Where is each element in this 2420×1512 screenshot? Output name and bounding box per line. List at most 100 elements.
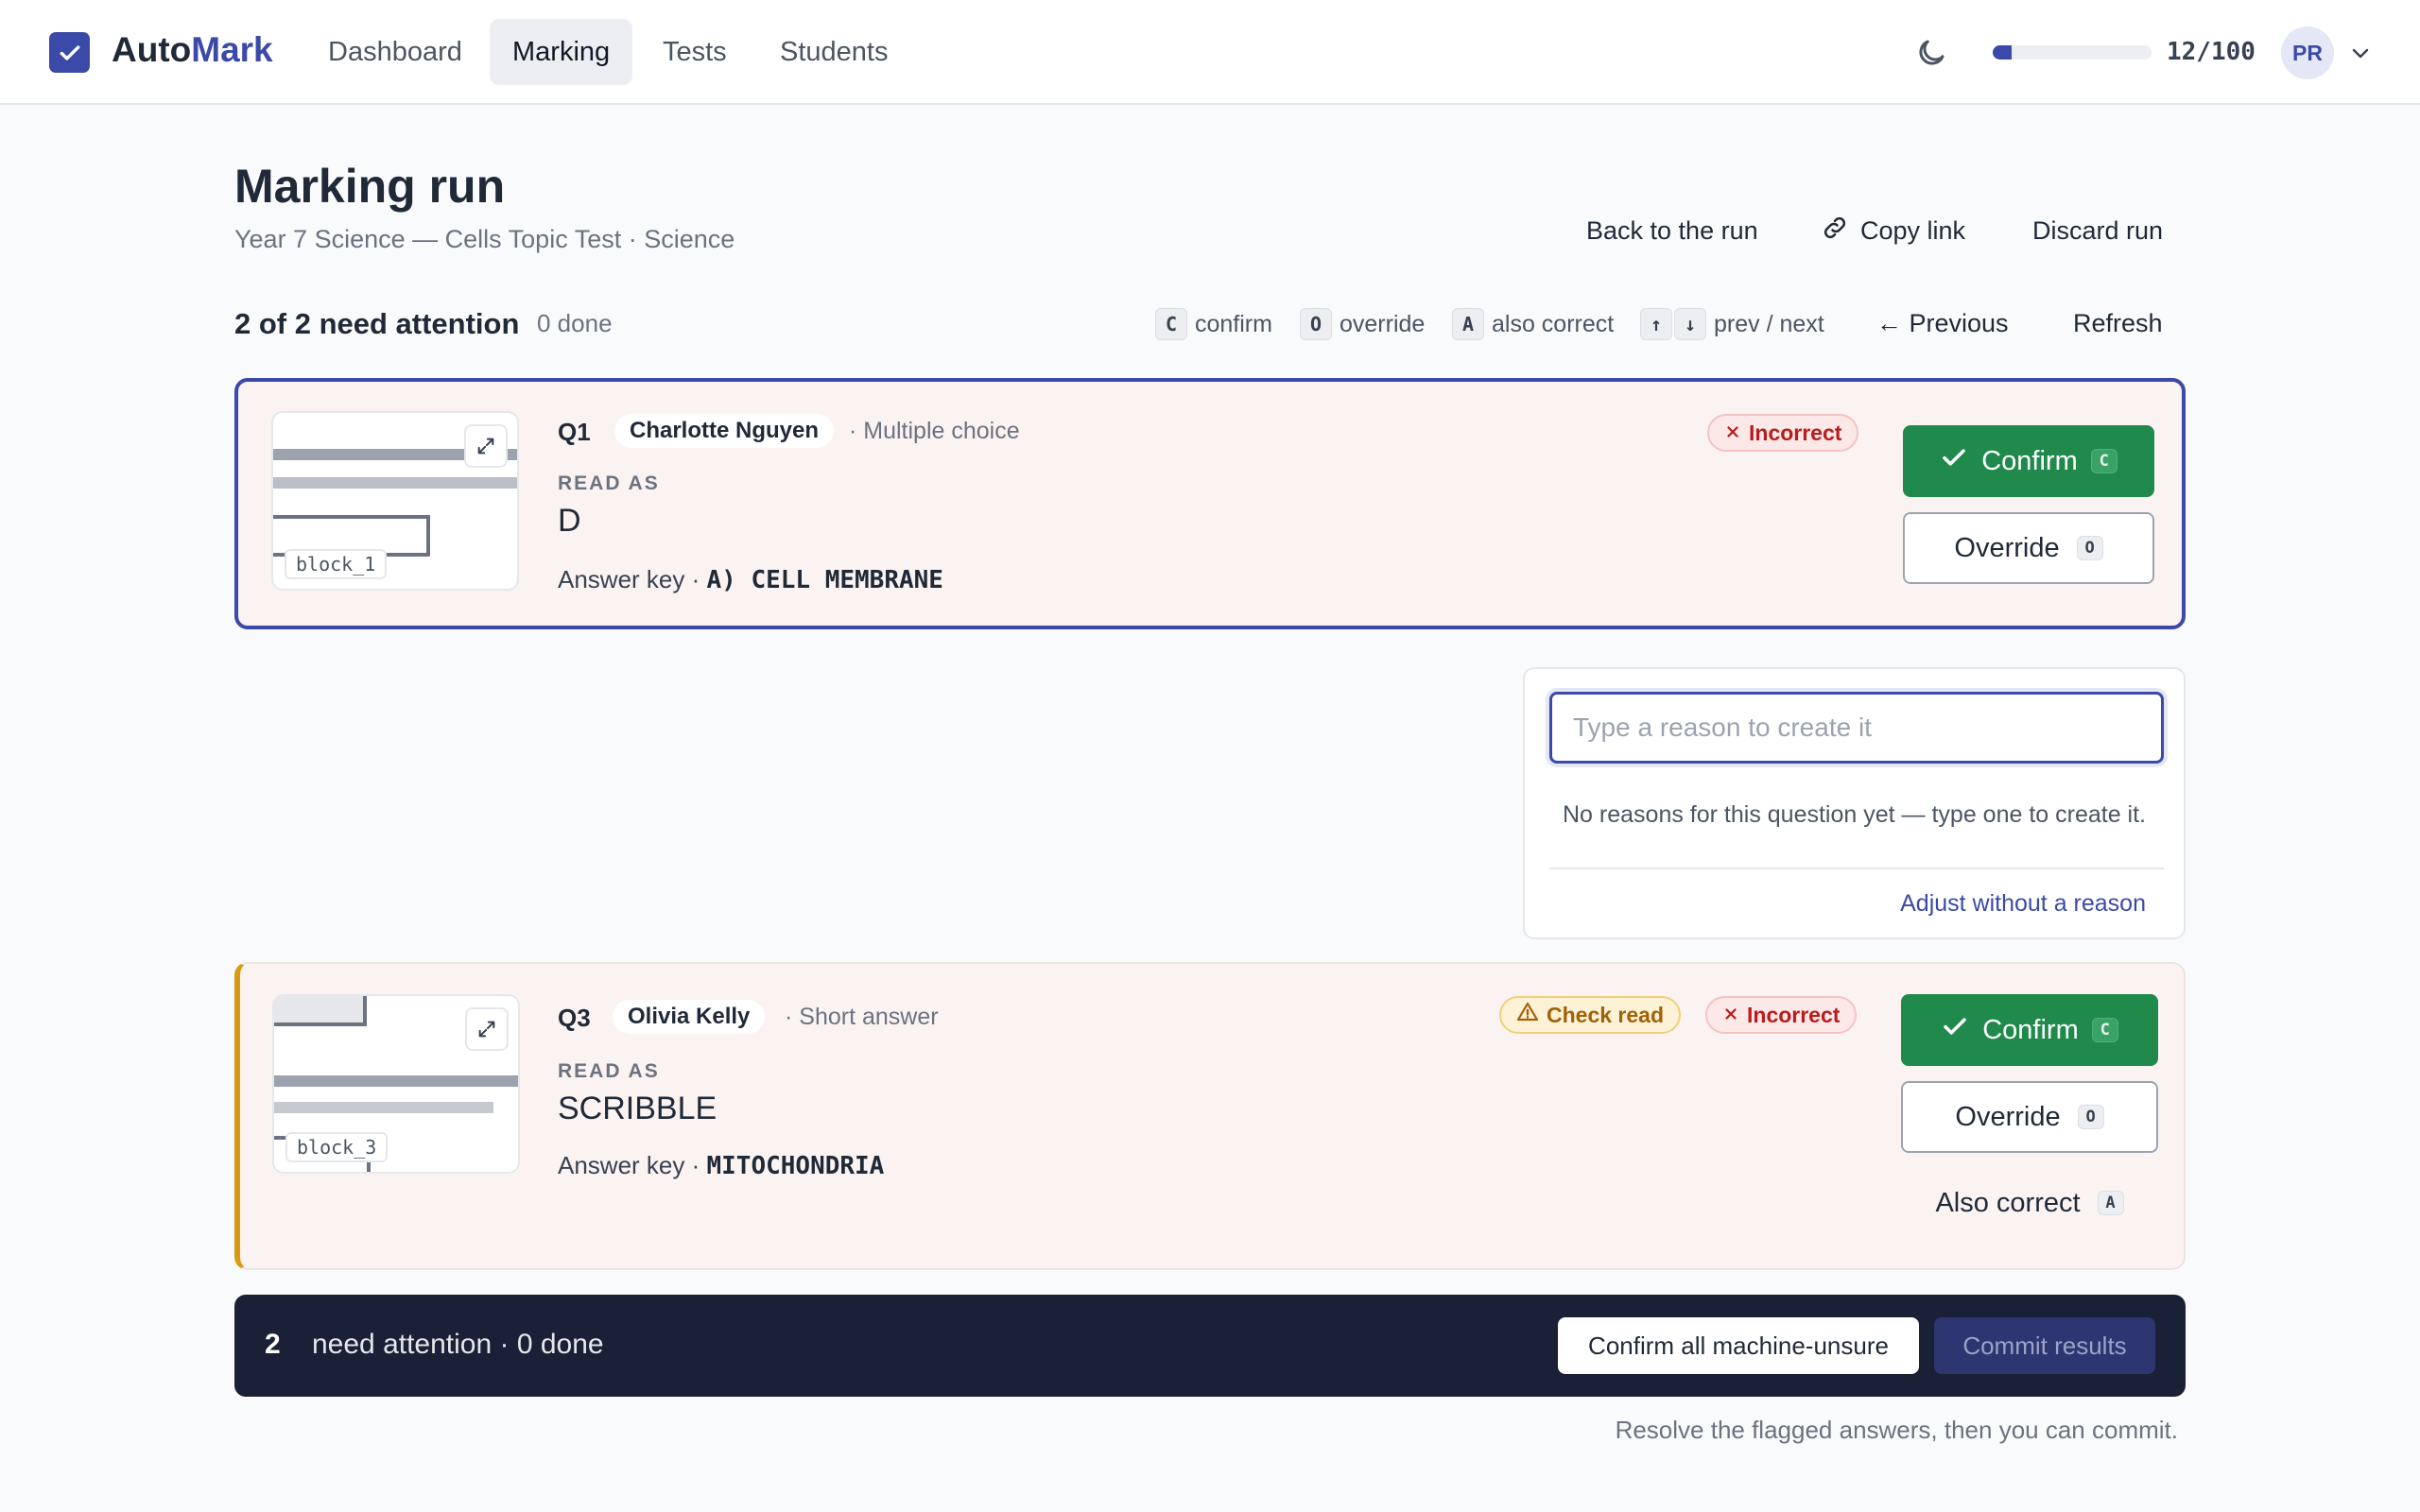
hint-override-label: override [1340, 310, 1426, 337]
answer-key-label: Answer key · [558, 1151, 700, 1179]
override-label: Override [1954, 532, 2060, 563]
scan-box [274, 996, 367, 1026]
kbd-o: O [1300, 308, 1332, 340]
question-number: Q1 [558, 418, 591, 446]
read-as-label: READ AS [558, 472, 660, 494]
kbd-up: ↑ [1640, 308, 1672, 340]
confirm-button[interactable]: Confirm C [1901, 994, 2158, 1066]
kbd-c: C [1155, 308, 1187, 340]
question-type: · Multiple choice [849, 418, 1020, 444]
incorrect-label: Incorrect [1749, 420, 1842, 445]
nav-dashboard[interactable]: Dashboard [305, 19, 485, 85]
scan-line [273, 477, 517, 489]
expand-icon[interactable] [464, 424, 508, 468]
kbd-a: A [1452, 308, 1484, 340]
read-as-label: READ AS [558, 1060, 660, 1082]
x-icon [1722, 1003, 1739, 1028]
hint-override: O override [1300, 307, 1425, 341]
app-name-accent: Mark [191, 30, 273, 69]
review-item-q1[interactable]: block_1 Q1 Charlotte Nguyen · Multiple c… [234, 378, 2186, 629]
logo-check-icon [49, 32, 90, 73]
hint-confirm: C confirm [1155, 307, 1272, 341]
also-correct-button[interactable]: Also correct A [1901, 1179, 2158, 1227]
commit-results-button[interactable]: Commit results [1934, 1317, 2155, 1374]
hint-nav: ↑ ↓ prev / next [1640, 307, 1824, 341]
top-bar: AutoMark Dashboard Marking Tests Student… [0, 0, 2420, 105]
nav-marking[interactable]: Marking [490, 19, 633, 85]
read-as-value: D [558, 503, 581, 539]
scan-line [274, 1075, 518, 1087]
confirm-label: Confirm [1982, 1014, 2079, 1045]
question-type: · Short answer [785, 1004, 939, 1030]
confirm-button[interactable]: Confirm C [1903, 425, 2154, 497]
back-to-run-label: Back to the run [1586, 215, 1758, 245]
refresh-label: Refresh [2073, 308, 2163, 337]
chevron-down-icon[interactable] [2349, 42, 2372, 64]
app-name-prefix: Auto [112, 30, 192, 69]
answer-key-label: Answer key · [558, 565, 700, 593]
override-reason-popover: No reasons for this question yet — type … [1523, 667, 2186, 939]
block-label: block_1 [285, 549, 388, 579]
answer-thumbnail[interactable]: block_3 [272, 994, 520, 1174]
override-button[interactable]: Override O [1901, 1081, 2158, 1153]
usage-label: 12/100 [2167, 38, 2256, 66]
commit-help-text: Resolve the flagged answers, then you ca… [1615, 1416, 2178, 1444]
done-summary: 0 done [537, 309, 613, 337]
nav-tests[interactable]: Tests [640, 19, 750, 85]
hint-also-correct: A also correct [1452, 307, 1614, 341]
usage-progress-fill [1993, 45, 2013, 60]
read-as-value: SCRIBBLE [558, 1091, 717, 1126]
kbd-c: C [2090, 449, 2118, 473]
answer-thumbnail[interactable]: block_1 [271, 411, 519, 591]
attention-summary: 2 of 2 need attention [234, 307, 520, 340]
discard-run-button[interactable]: Discard run [2032, 210, 2163, 251]
confirm-label: Confirm [1981, 445, 2078, 476]
link-icon [1821, 214, 1849, 249]
expand-icon[interactable] [465, 1007, 509, 1051]
incorrect-label: Incorrect [1747, 1002, 1841, 1027]
nav-students[interactable]: Students [757, 19, 910, 85]
kbd-c: C [2091, 1018, 2118, 1042]
moon-icon[interactable] [1914, 36, 1948, 70]
student-name: Charlotte Nguyen [614, 414, 835, 448]
page-subtitle: Year 7 Science — Cells Topic Test · Scie… [234, 225, 735, 253]
refresh-button[interactable]: Refresh [2073, 302, 2163, 344]
kbd-o: O [2077, 1105, 2104, 1129]
warning-icon [1516, 1001, 1539, 1029]
check-icon [1940, 443, 1968, 479]
also-correct-label: Also correct [1935, 1187, 2081, 1218]
scan-line [274, 1102, 493, 1113]
app-logo[interactable]: AutoMark [112, 30, 273, 70]
check-read-badge: Check read [1499, 996, 1682, 1034]
kbd-o: O [2076, 536, 2103, 560]
question-number: Q3 [558, 1004, 591, 1032]
attention-count: 2 [265, 1329, 281, 1360]
divider [1549, 868, 2164, 869]
answer-key: Answer key · A) CELL MEMBRANE [558, 565, 943, 594]
kbd-a: A [2097, 1191, 2124, 1215]
incorrect-badge: Incorrect [1707, 414, 1859, 452]
override-label: Override [1955, 1101, 2061, 1132]
override-button[interactable]: Override O [1903, 512, 2154, 584]
previous-button[interactable]: ← Previous [1876, 302, 2009, 344]
adjust-without-reason-link[interactable]: Adjust without a reason [1900, 890, 2146, 918]
hint-also-label: also correct [1492, 310, 1615, 337]
discard-run-label: Discard run [2032, 215, 2164, 245]
back-to-run-button[interactable]: Back to the run [1586, 210, 1758, 251]
answer-key-value: A) CELL MEMBRANE [706, 566, 943, 594]
copy-link-button[interactable]: Copy link [1821, 210, 1965, 251]
previous-label: ← Previous [1876, 308, 2009, 337]
avatar[interactable]: PR [2281, 26, 2334, 79]
page-title: Marking run [234, 160, 506, 213]
usage-progress-bar [1993, 45, 2152, 60]
reason-input[interactable] [1549, 692, 2164, 764]
incorrect-badge: Incorrect [1705, 996, 1858, 1034]
no-reasons-message: No reasons for this question yet — type … [1563, 801, 2146, 828]
check-read-label: Check read [1547, 1002, 1665, 1027]
answer-key-value: MITOCHONDRIA [706, 1152, 885, 1180]
block-label: block_3 [285, 1132, 389, 1162]
confirm-all-machine-unsure-button[interactable]: Confirm all machine-unsure [1558, 1317, 1919, 1374]
review-item-q3[interactable]: block_3 Q3 Olivia Kelly · Short answer R… [234, 962, 2186, 1270]
kbd-down: ↓ [1674, 308, 1706, 340]
x-icon [1724, 421, 1741, 446]
